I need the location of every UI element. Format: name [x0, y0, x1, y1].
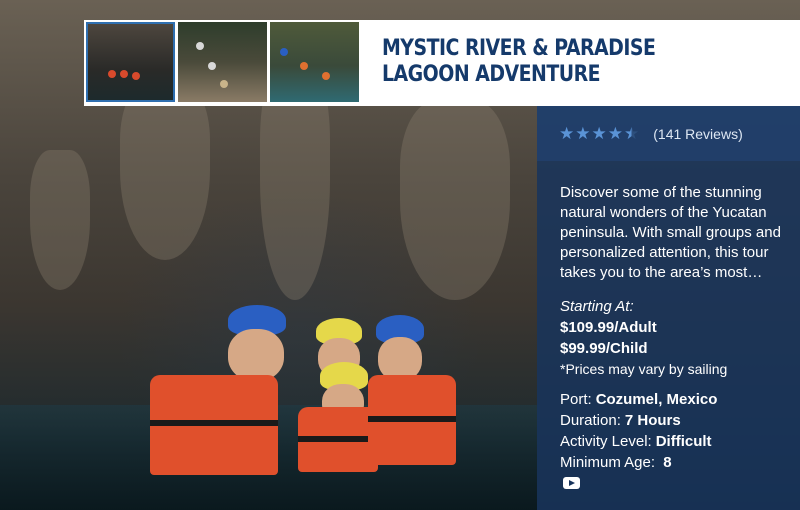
tour-info-panel: ★ ★ ★ ★ ★ (141 Reviews) Discover some of… — [537, 106, 800, 510]
star-half-icon: ★ — [624, 124, 640, 143]
thumbnail-cave-walkway[interactable] — [178, 22, 267, 102]
thumbnail-lagoon-swim[interactable] — [270, 22, 359, 102]
tour-description: Discover some of the stunning natural wo… — [560, 184, 781, 281]
pricing: Starting At: $109.99/Adult $99.99/Child … — [560, 296, 792, 380]
star-rating: ★ ★ ★ ★ ★ — [559, 125, 640, 142]
reviews-link[interactable]: (141 Reviews) — [653, 126, 742, 142]
detail-label: Duration: — [560, 412, 621, 429]
detail-value: Cozumel, Mexico — [595, 391, 718, 408]
detail-label: Port: — [560, 391, 592, 408]
price-note: *Prices may vary by sailing — [560, 361, 728, 377]
detail-label: Activity Level: — [560, 433, 652, 450]
detail-value: Difficult — [655, 433, 712, 450]
detail-duration: Duration: 7 Hours — [560, 410, 792, 431]
rating-row: ★ ★ ★ ★ ★ (141 Reviews) — [537, 106, 800, 161]
video-play-icon[interactable] — [563, 477, 580, 489]
star-icon: ★ — [575, 124, 591, 143]
detail-value: 8 — [663, 454, 672, 471]
thumbnail-cave-group-swim[interactable] — [86, 22, 175, 102]
star-icon: ★ — [607, 124, 623, 143]
detail-label: Minimum Age: — [560, 454, 656, 471]
star-icon: ★ — [591, 124, 607, 143]
adult-price: $109.99/Adult — [560, 319, 657, 336]
tour-details: Port: Cozumel, Mexico Duration: 7 Hours Ac… — [560, 389, 792, 473]
star-icon: ★ — [559, 124, 575, 143]
detail-port: Port: Cozumel, Mexico — [560, 389, 792, 410]
detail-value: 7 Hours — [624, 412, 681, 429]
detail-activity-level: Activity Level: Difficult — [560, 431, 792, 452]
page-title: MYSTIC RIVER & PARADISE LAGOON ADVENTURE — [382, 36, 656, 87]
child-price: $99.99/Child — [560, 340, 648, 357]
thumbnail-strip — [86, 22, 359, 102]
header-bar: MYSTIC RIVER & PARADISE LAGOON ADVENTURE — [84, 20, 800, 106]
detail-minimum-age: Minimum Age: 8 — [560, 452, 792, 473]
starting-at-label: Starting At: — [560, 298, 634, 315]
